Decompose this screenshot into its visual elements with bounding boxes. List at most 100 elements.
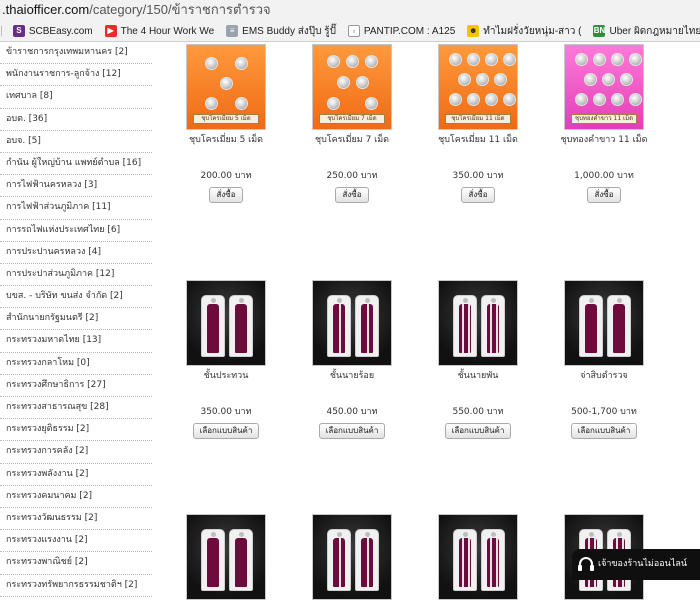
shoulder-board-icon xyxy=(229,295,253,357)
product-price: 450.00 บาท xyxy=(326,407,378,417)
document-icon: ≡ xyxy=(226,25,239,37)
badge-pin-icon xyxy=(476,73,489,86)
product-title[interactable]: ชุบโครเมี่ยม 7 เม็ด xyxy=(302,134,402,146)
product-image[interactable] xyxy=(186,280,266,366)
product-image[interactable]: ชุบโครเมี่ยม 5 เม็ด xyxy=(186,44,266,130)
image-caption: ชุบโครเมี่ยม 11 เม็ด xyxy=(445,114,511,124)
product-price: 350.00 บาท xyxy=(452,171,504,181)
chat-widget[interactable]: เจ้าของร้านไม่ออนไลน์ xyxy=(572,549,700,580)
url-host: .thaiofficer.com xyxy=(2,2,90,17)
product-card: จ่าสิบตำรวจ 500-1,700 บาท เลือกแบบสินค้า xyxy=(554,280,654,439)
product-title[interactable]: ชุบทองคำขาว 11 เม็ด xyxy=(554,134,654,146)
badge-pin-icon xyxy=(593,53,606,66)
product-card: ชุบโครเมี่ยม 7 เม็ด ชุบโครเมี่ยม 7 เม็ด 25… xyxy=(302,44,402,203)
image-caption: ชุบทองคำขาว 11 เม็ด xyxy=(571,114,637,124)
badge-pin-icon xyxy=(337,76,350,89)
category-link[interactable]: กระทรวงวัฒนธรรม [2] xyxy=(0,508,152,531)
bookmark-item[interactable]: ▫ PANTIP.COM : A125 xyxy=(347,20,455,42)
badge-pin-icon xyxy=(629,93,642,106)
product-image[interactable] xyxy=(312,514,392,600)
category-link[interactable]: บขส. - บริษัท ขนส่ง จำกัด [2] xyxy=(0,286,152,309)
order-button[interactable]: สั่งซื้อ xyxy=(209,187,243,203)
select-option-button[interactable]: เลือกแบบสินค้า xyxy=(192,423,260,439)
category-link[interactable]: การไฟฟ้านครหลวง [3] xyxy=(0,175,152,198)
category-link[interactable]: กระทรวงมหาดไทย [13] xyxy=(0,330,152,353)
category-link[interactable]: ข้าราชการกรุงเทพมหานคร [2] xyxy=(0,42,152,65)
product-grid: ชุบโครเมี่ยม 5 เม็ด ชุบโครเมี่ยม 5 เม็ด 20… xyxy=(176,42,700,600)
product-image[interactable] xyxy=(438,514,518,600)
shoulder-board-icon xyxy=(355,295,379,357)
product-image[interactable] xyxy=(186,514,266,600)
category-link[interactable]: พนักงานราชการ-ลูกจ้าง [12] xyxy=(0,64,152,87)
select-option-button[interactable]: เลือกแบบสินค้า xyxy=(570,423,638,439)
product-title[interactable]: ชุบโครเมี่ยม 5 เม็ด xyxy=(176,134,276,146)
badge-pin-icon xyxy=(485,93,498,106)
category-link[interactable]: กระทรวงยุติธรรม [2] xyxy=(0,419,152,442)
select-option-button[interactable]: เลือกแบบสินค้า xyxy=(444,423,512,439)
badge-pin-icon xyxy=(327,55,340,68)
product-title[interactable]: ชั้นประทวน xyxy=(176,370,276,382)
product-title[interactable]: จ่าสิบตำรวจ xyxy=(554,370,654,382)
shoulder-board-icon xyxy=(201,529,225,591)
category-link[interactable]: การไฟฟ้าส่วนภูมิภาค [11] xyxy=(0,197,152,220)
category-link[interactable]: กระทรวงพาณิชย์ [2] xyxy=(0,552,152,575)
image-caption: ชุบโครเมี่ยม 7 เม็ด xyxy=(319,114,385,124)
product-image[interactable] xyxy=(312,280,392,366)
product-card: ชั้นนายร้อย 450.00 บาทเลือกแบบสินค้า xyxy=(302,280,402,439)
youtube-icon: ▶ xyxy=(104,25,117,37)
category-link[interactable]: การประปาส่วนภูมิภาค [12] xyxy=(0,264,152,287)
category-link[interactable]: กระทรวงกลาโหม [0] xyxy=(0,353,152,375)
product-card xyxy=(302,514,402,600)
category-link[interactable]: กำนัน ผู้ใหญ่บ้าน แพทย์ตำบล [16] xyxy=(0,153,152,176)
category-link[interactable]: การรถไฟแห่งประเทศไทย [6] xyxy=(0,220,152,242)
category-link[interactable]: กระทรวงสาธารณสุข [28] xyxy=(0,397,152,420)
product-image[interactable]: ชุบโครเมี่ยม 11 เม็ด xyxy=(438,44,518,130)
category-link[interactable]: สำนักนายกรัฐมนตรี [2] xyxy=(0,308,152,331)
category-link[interactable]: กระทรวงการคลัง [2] xyxy=(0,441,152,464)
product-price: 200.00 บาท xyxy=(200,171,252,181)
category-link[interactable]: กระทรวงแรงงาน [2] xyxy=(0,530,152,553)
product-card: ชั้นประทวน 350.00 บาท เลือกแบบสินค้า xyxy=(176,280,276,439)
order-button[interactable]: สั่งซื้อ xyxy=(335,187,369,203)
badge-pin-icon xyxy=(235,57,248,70)
category-link[interactable]: การประปานครหลวง [4] xyxy=(0,242,152,264)
product-image[interactable]: ชุบโครเมี่ยม 7 เม็ด xyxy=(312,44,392,130)
product-title[interactable]: ชั้นนายพัน xyxy=(428,370,528,382)
category-link[interactable]: กระทรวงพลังงาน [2] xyxy=(0,464,152,486)
product-image[interactable] xyxy=(438,280,518,366)
badge-pin-icon xyxy=(593,93,606,106)
badge-pin-icon xyxy=(458,73,471,86)
shoulder-board-icon xyxy=(355,529,379,591)
order-button[interactable]: สั่งซื้อ xyxy=(587,187,621,203)
shoulder-board-icon xyxy=(453,529,477,591)
category-link[interactable]: เทศบาล [8] xyxy=(0,86,152,109)
badge-pin-icon xyxy=(503,93,516,106)
bookmark-item[interactable]: S SCBEasy.com xyxy=(12,20,93,42)
product-image[interactable] xyxy=(564,280,644,366)
address-bar[interactable]: .thaiofficer.com/category/150/ข้าราชการต… xyxy=(0,0,700,20)
category-link[interactable]: กระทรวงศึกษาธิการ [27] xyxy=(0,375,152,397)
badge-pin-icon xyxy=(611,93,624,106)
category-link[interactable]: กระทรวงคมนาคม [2] xyxy=(0,486,152,508)
badge-pin-icon xyxy=(346,55,359,68)
badge-pin-icon xyxy=(602,73,615,86)
bookmark-item[interactable]: BN Uber ผิดกฎหมายไทย xyxy=(593,20,700,42)
category-link[interactable]: อบต. [36] xyxy=(0,109,152,131)
category-link[interactable]: กระทรวงทรัพยากรธรรมชาติฯ [2] xyxy=(0,575,152,597)
shoulder-board-icon xyxy=(579,295,603,357)
product-title[interactable]: ชั้นนายร้อย xyxy=(302,370,402,382)
bookmark-item[interactable]: ▶ The 4 Hour Work We xyxy=(104,20,214,42)
product-image[interactable]: ชุบทองคำขาว 11 เม็ด xyxy=(564,44,644,130)
bookmark-item[interactable]: ☻ ทำไมฝรั่งวัยหนุ่ม-สาว ( xyxy=(467,20,581,42)
product-card xyxy=(176,514,276,600)
page-icon: ▫ xyxy=(347,25,360,37)
product-title[interactable]: ชุบโครเมี่ยม 11 เม็ด xyxy=(428,134,528,146)
bookmark-item[interactable]: ≡ EMS Buddy ส่งปุ๊บ รู้ปั๊ xyxy=(226,20,336,42)
order-button[interactable]: สั่งซื้อ xyxy=(461,187,495,203)
badge-pin-icon xyxy=(494,73,507,86)
product-card: ชุบโครเมี่ยม 5 เม็ด ชุบโครเมี่ยม 5 เม็ด 20… xyxy=(176,44,276,203)
category-link[interactable]: อบจ. [5] xyxy=(0,131,152,153)
image-caption: ชุบโครเมี่ยม 5 เม็ด xyxy=(193,114,259,124)
select-option-button[interactable]: เลือกแบบสินค้า xyxy=(318,423,386,439)
shoulder-board-icon xyxy=(201,295,225,357)
